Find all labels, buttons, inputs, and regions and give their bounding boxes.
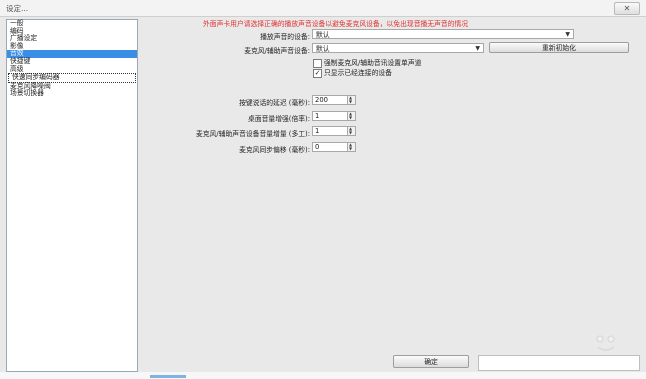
cancel-button[interactable] <box>478 355 640 371</box>
mic-boost-spinbox[interactable]: 1 ▲ ▼ <box>312 126 356 136</box>
checkmark-icon: ✓ <box>314 68 321 77</box>
window-title: 设定... <box>6 4 29 13</box>
chevron-down-icon: ▼ <box>565 31 570 38</box>
mic-offset-spinbox[interactable]: 0 ▲ ▼ <box>312 142 356 152</box>
ok-button[interactable]: 确定 <box>393 355 469 368</box>
sidebar-item-broadcast[interactable]: 广播设定 <box>7 35 137 43</box>
chevron-down-icon: ▼ <box>475 45 480 52</box>
watermark-logo <box>596 335 615 351</box>
mic-device-value: 默认 <box>316 45 330 53</box>
show-connected-checkbox[interactable]: ✓ <box>313 68 322 78</box>
spin-down-icon[interactable]: ▼ <box>349 147 352 151</box>
mic-boost-label: 麦克风/辅助声音设备音量增量 (多工): <box>196 130 310 138</box>
show-connected-label: 只显示已经连接的设备 <box>324 69 392 77</box>
close-icon: ✕ <box>623 4 631 13</box>
spin-down-icon[interactable]: ▼ <box>349 131 352 135</box>
ptt-delay-spinbox[interactable]: 200 ▲ ▼ <box>312 95 356 105</box>
title-bar: 设定... ✕ <box>0 0 646 17</box>
desktop-boost-input[interactable]: 1 <box>312 111 348 121</box>
force-mono-label: 强制麦克风/辅助音讯设置单声道 <box>324 59 422 67</box>
mic-boost-input[interactable]: 1 <box>312 126 348 136</box>
playback-device-value: 默认 <box>316 31 330 39</box>
audio-warning-text: 外面声卡用户请选择正确的播放声音设备以避免麦克风设备，以免出现音播无声音的情况 <box>203 20 469 28</box>
show-connected-row[interactable]: ✓ 只显示已经连接的设备 <box>313 67 392 78</box>
mic-offset-input[interactable]: 0 <box>312 142 348 152</box>
desktop-boost-spinbox[interactable]: 1 ▲ ▼ <box>312 111 356 121</box>
bottom-strip <box>0 372 646 379</box>
taskbar-accent <box>150 375 186 378</box>
ptt-delay-label: 按键说话的延迟 (毫秒): <box>239 99 310 107</box>
playback-device-select[interactable]: 默认 ▼ <box>312 29 574 39</box>
sidebar-item-hotkeys[interactable]: 快捷键 <box>7 57 137 66</box>
playback-device-label: 播放声音的设备: <box>260 33 310 41</box>
reinitialize-button[interactable]: 重新初始化 <box>489 42 629 53</box>
mic-device-label: 麦克风/辅助声音设备: <box>244 47 310 55</box>
close-button[interactable]: ✕ <box>614 2 640 15</box>
spin-down-icon[interactable]: ▼ <box>349 116 352 120</box>
sidebar-item-scene-switcher[interactable]: 场景切换器 <box>7 90 137 98</box>
mic-offset-label: 麦克风同步偏移 (毫秒): <box>239 146 310 154</box>
mic-device-select[interactable]: 默认 ▼ <box>312 43 484 53</box>
desktop-boost-label: 桌面音量增强(倍率): <box>248 115 310 123</box>
force-mono-row[interactable]: 强制麦克风/辅助音讯设置单声道 <box>313 57 421 68</box>
settings-sidebar: 一般 编码 广播设定 影像 音效 快捷键 高级 快速同步编码器 麦克风降噪阀 场… <box>6 19 138 372</box>
sidebar-item-video[interactable]: 影像 <box>7 42 137 51</box>
ptt-delay-input[interactable]: 200 <box>312 95 348 105</box>
sidebar-item-general[interactable]: 一般 <box>7 19 137 28</box>
spin-down-icon[interactable]: ▼ <box>349 100 352 104</box>
